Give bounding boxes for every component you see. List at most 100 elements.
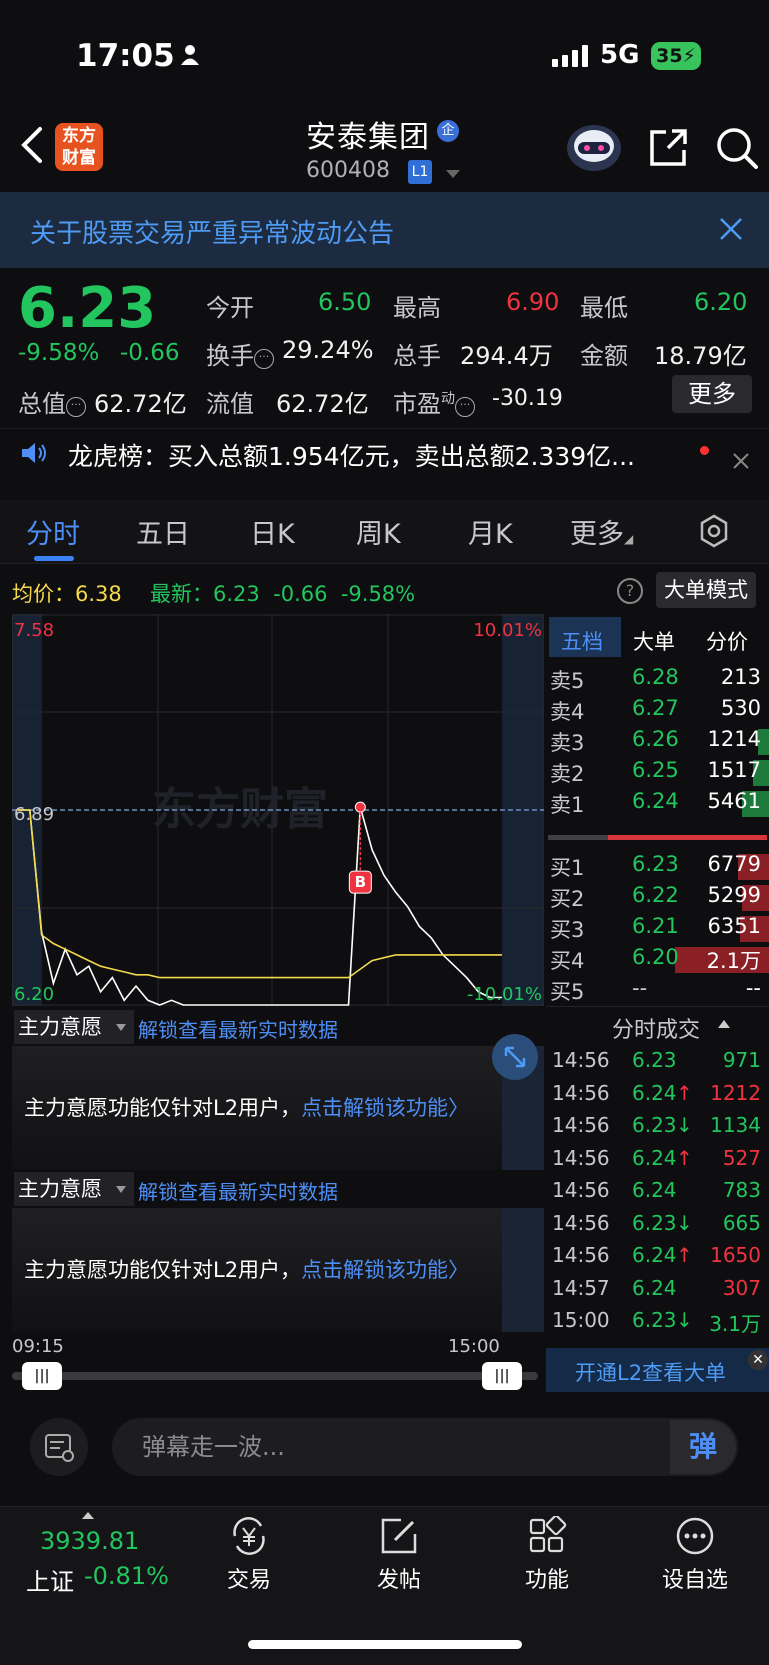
- nav-functions[interactable]: 功能: [492, 1516, 602, 1594]
- trade-time: 15:00: [552, 1308, 610, 1332]
- bid-row[interactable]: 买5 -- --: [546, 976, 769, 1008]
- book-tab-price-dist[interactable]: 分价: [706, 626, 748, 656]
- bid-row[interactable]: 买3 6.21 6351: [546, 914, 769, 946]
- bid-row[interactable]: 买4 6.20 2.1万: [546, 945, 769, 977]
- logo-line1: 东方: [62, 126, 96, 146]
- caret-up-icon[interactable]: [82, 1512, 94, 1519]
- trade-price: 6.24: [632, 1275, 677, 1300]
- danmaku-input[interactable]: 弹幕走一波...: [112, 1418, 738, 1476]
- nav-watchlist[interactable]: 设自选: [640, 1516, 750, 1594]
- trade-row: 14:56 6.23 ↓ 1134: [546, 1113, 769, 1147]
- home-indicator: [248, 1640, 522, 1649]
- level-price: --: [632, 976, 648, 1000]
- trades-title[interactable]: 分时成交: [612, 1012, 700, 1044]
- latest-change: -0.66: [273, 582, 328, 606]
- tab-weekly-k[interactable]: 周K: [356, 512, 401, 551]
- caret-up-icon[interactable]: [718, 1020, 730, 1028]
- chevron-down-icon[interactable]: [446, 170, 460, 178]
- level-volume: 530: [720, 696, 761, 720]
- index-name[interactable]: 上证: [26, 1562, 74, 1597]
- book-tab-large-order[interactable]: 大单: [633, 626, 675, 656]
- tab-five-day[interactable]: 五日: [136, 512, 190, 551]
- slider-handle-left[interactable]: |||: [22, 1362, 62, 1390]
- buy-marker[interactable]: B: [348, 870, 372, 894]
- level-label: 买3: [550, 918, 585, 942]
- gear-icon[interactable]: [697, 514, 731, 548]
- help-icon[interactable]: ?: [617, 578, 643, 604]
- avg-line: [18, 809, 502, 979]
- info-icon[interactable]: ···: [455, 397, 475, 417]
- close-icon[interactable]: [718, 216, 744, 242]
- ask-row[interactable]: 卖5 6.28 213: [546, 665, 769, 697]
- ask-row[interactable]: 卖2 6.25 1517: [546, 758, 769, 790]
- bid-row[interactable]: 买2 6.22 5299: [546, 883, 769, 915]
- unlock-link[interactable]: 解锁查看最新实时数据: [138, 1014, 338, 1043]
- level-label: 买2: [550, 887, 585, 911]
- arrow-down-icon: ↓: [676, 1113, 693, 1137]
- slider-handle-right[interactable]: |||: [482, 1362, 522, 1390]
- time-start-label: 09:15: [12, 1336, 64, 1357]
- level-volume: 1214: [707, 727, 761, 751]
- close-icon[interactable]: ✕: [748, 1350, 768, 1370]
- share-icon[interactable]: [648, 126, 688, 168]
- info-icon[interactable]: ···: [254, 349, 274, 369]
- danmaku-toggle[interactable]: [30, 1418, 88, 1476]
- arrow-up-icon: ↑: [676, 1145, 693, 1170]
- l2-banner-text[interactable]: 开通L2查看大单: [575, 1357, 726, 1387]
- bid-row[interactable]: 买1 6.23 6779: [546, 852, 769, 884]
- unlock-feature-text: 点击解锁该功能: [301, 1096, 449, 1120]
- edit-icon: [381, 1518, 417, 1554]
- robot-assistant-icon[interactable]: [565, 122, 623, 172]
- large-order-mode-button[interactable]: 大单模式: [656, 572, 756, 608]
- news-text[interactable]: 龙虎榜：买入总额1.954亿元，卖出总额2.339亿...: [68, 437, 668, 473]
- turnover-value: 29.24%: [282, 336, 374, 364]
- info-icon[interactable]: ···: [66, 397, 86, 417]
- main-intent-panel-1: 主力意愿功能仅针对L2用户，点击解锁该功能〉: [12, 1046, 502, 1170]
- arrow-down-icon: ↓: [676, 1210, 693, 1235]
- more-button[interactable]: 更多: [672, 375, 752, 413]
- trade-volume: 1134: [710, 1113, 761, 1137]
- level-badge[interactable]: L1: [408, 160, 432, 184]
- tab-daily-k[interactable]: 日K: [250, 512, 295, 551]
- nav-post[interactable]: 发帖: [344, 1516, 454, 1594]
- turnover-label[interactable]: 换手 ···: [206, 336, 274, 371]
- main-intent-dropdown[interactable]: 主力意愿: [14, 1010, 134, 1044]
- tab-monthly-k[interactable]: 月K: [468, 512, 513, 551]
- ask-row[interactable]: 卖3 6.26 1214: [546, 727, 769, 759]
- nav-trade[interactable]: 交易: [194, 1516, 304, 1594]
- back-icon[interactable]: [18, 125, 48, 165]
- trade-volume: 1650: [710, 1243, 761, 1267]
- pe-label[interactable]: 市盈动 ···: [393, 384, 475, 419]
- level-label: 买4: [550, 949, 585, 973]
- level-price: 6.27: [632, 696, 679, 720]
- unlock-feature-link[interactable]: 点击解锁该功能〉: [301, 1096, 469, 1120]
- close-icon[interactable]: [732, 452, 750, 470]
- index-value[interactable]: 3939.81: [40, 1527, 139, 1555]
- yen-exchange-icon: [233, 1517, 265, 1555]
- ask-row[interactable]: 卖1 6.24 5461: [546, 789, 769, 821]
- trade-row: 14:56 6.24 ↑ 1212: [546, 1081, 769, 1115]
- high-value: 6.90: [506, 288, 560, 316]
- unlock-link[interactable]: 解锁查看最新实时数据: [138, 1176, 338, 1205]
- expand-button[interactable]: [492, 1034, 538, 1080]
- book-tab-five-level[interactable]: 五档: [561, 626, 603, 656]
- search-icon[interactable]: [715, 126, 759, 170]
- unlock-feature-text: 点击解锁该功能: [301, 1258, 449, 1282]
- main-intent-header-2: 主力意愿 解锁查看最新实时数据: [12, 1170, 544, 1210]
- tab-intraday[interactable]: 分时: [26, 512, 80, 551]
- arrow-up-icon: ↑: [676, 1243, 693, 1267]
- app-logo[interactable]: 东方 财富: [55, 123, 103, 171]
- unlock-feature-link[interactable]: 点击解锁该功能〉: [301, 1258, 469, 1282]
- main-intent-dropdown[interactable]: 主力意愿: [14, 1172, 134, 1206]
- time-range-slider[interactable]: [12, 1372, 538, 1380]
- level-label: 卖1: [550, 793, 585, 817]
- index-percent[interactable]: -0.81%: [84, 1562, 169, 1590]
- mktcap-label[interactable]: 总值 ···: [18, 384, 86, 419]
- intraday-chart[interactable]: 东方财富 B 7.58 6.89 6.20 10.01% -10.01%: [12, 614, 544, 1006]
- danmaku-send-button[interactable]: 弹: [670, 1420, 736, 1474]
- tab-more[interactable]: 更多◢: [570, 512, 633, 551]
- trade-volume: 307: [722, 1275, 761, 1300]
- notice-text[interactable]: 关于股票交易严重异常波动公告: [30, 213, 394, 250]
- ask-row[interactable]: 卖4 6.27 530: [546, 696, 769, 728]
- level-price: 6.25: [632, 758, 679, 782]
